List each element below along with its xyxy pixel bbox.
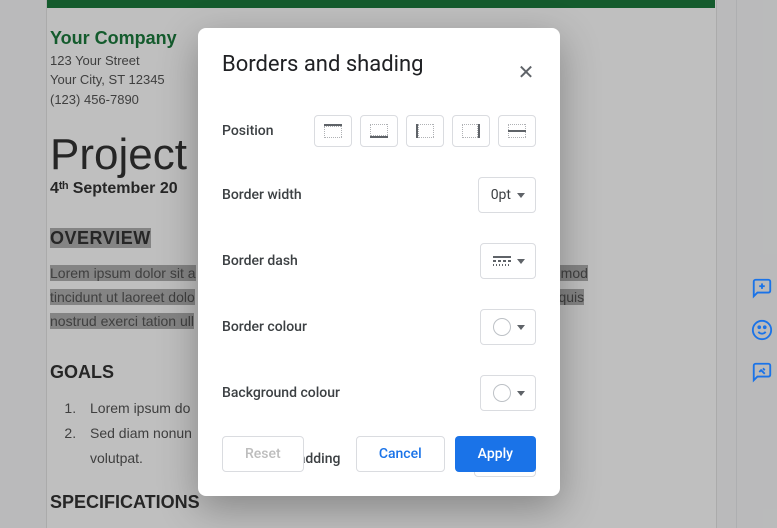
chevron-down-icon	[517, 391, 525, 396]
border-dash-row: Border dash	[222, 243, 536, 279]
side-rail	[747, 274, 777, 386]
chevron-down-icon	[517, 259, 525, 264]
border-between-button[interactable]	[498, 115, 536, 147]
colour-swatch-icon	[493, 384, 511, 402]
border-width-dropdown[interactable]: 0pt	[478, 177, 536, 213]
position-label: Position	[222, 123, 274, 139]
emoji-icon[interactable]	[748, 316, 776, 344]
position-group	[314, 115, 536, 147]
border-top-button[interactable]	[314, 115, 352, 147]
borders-shading-dialog: Borders and shading ✕ Position Border wi…	[198, 28, 560, 496]
border-dash-label: Border dash	[222, 253, 298, 269]
border-colour-row: Border colour	[222, 309, 536, 345]
dash-style-icon	[493, 256, 511, 266]
dialog-title: Borders and shading	[222, 52, 536, 77]
border-right-button[interactable]	[452, 115, 490, 147]
dialog-button-row: Reset Cancel Apply	[222, 436, 536, 472]
reset-button[interactable]: Reset	[222, 436, 304, 472]
close-icon[interactable]: ✕	[512, 58, 540, 86]
border-bottom-button[interactable]	[360, 115, 398, 147]
apply-button[interactable]: Apply	[455, 436, 536, 472]
border-colour-dropdown[interactable]	[480, 309, 536, 345]
background-colour-label: Background colour	[222, 385, 340, 401]
border-width-label: Border width	[222, 187, 302, 203]
background-colour-dropdown[interactable]	[480, 375, 536, 411]
suggest-edits-icon[interactable]	[748, 358, 776, 386]
add-comment-icon[interactable]	[748, 274, 776, 302]
chevron-down-icon	[517, 193, 525, 198]
chevron-down-icon	[517, 325, 525, 330]
position-row: Position	[222, 115, 536, 147]
cancel-button[interactable]: Cancel	[356, 436, 445, 472]
border-width-row: Border width 0pt	[222, 177, 536, 213]
background-colour-row: Background colour	[222, 375, 536, 411]
border-colour-label: Border colour	[222, 319, 307, 335]
border-left-button[interactable]	[406, 115, 444, 147]
colour-swatch-icon	[493, 318, 511, 336]
border-dash-dropdown[interactable]	[480, 243, 536, 279]
